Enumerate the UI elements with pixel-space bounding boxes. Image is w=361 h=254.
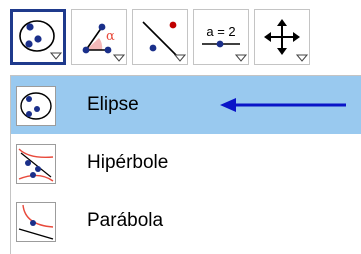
menu-item-label: Parábola bbox=[87, 210, 164, 231]
slider-badge: a = 2 bbox=[206, 24, 235, 39]
conic-tools-menu: Elipse Hipérbole Parábola bbox=[10, 75, 361, 254]
menu-item-label: Elipse bbox=[87, 94, 139, 115]
dropdown-corner-icon bbox=[296, 53, 308, 63]
ellipse-icon bbox=[16, 86, 56, 126]
angle-badge: α bbox=[106, 29, 115, 44]
toolbar: α a = 2 bbox=[0, 0, 361, 75]
menu-item-label: Hipérbole bbox=[87, 152, 169, 173]
menu-item-ellipse[interactable]: Elipse bbox=[11, 76, 361, 134]
dropdown-corner-icon bbox=[113, 53, 125, 63]
line-tool-button[interactable] bbox=[132, 9, 188, 65]
ellipse-tool-button[interactable] bbox=[10, 9, 66, 65]
angle-tool-button[interactable]: α bbox=[71, 9, 127, 65]
menu-item-hyperbola[interactable]: Hipérbole bbox=[11, 134, 361, 192]
dropdown-corner-icon bbox=[174, 53, 186, 63]
move-tool-button[interactable] bbox=[254, 9, 310, 65]
hyperbola-icon bbox=[16, 144, 56, 184]
menu-item-parabola[interactable]: Parábola bbox=[11, 192, 361, 250]
dropdown-corner-icon bbox=[235, 53, 247, 63]
dropdown-corner-icon bbox=[50, 51, 62, 61]
pointer-arrow-icon bbox=[220, 98, 346, 112]
parabola-icon bbox=[16, 202, 56, 242]
slider-tool-button[interactable]: a = 2 bbox=[193, 9, 249, 65]
